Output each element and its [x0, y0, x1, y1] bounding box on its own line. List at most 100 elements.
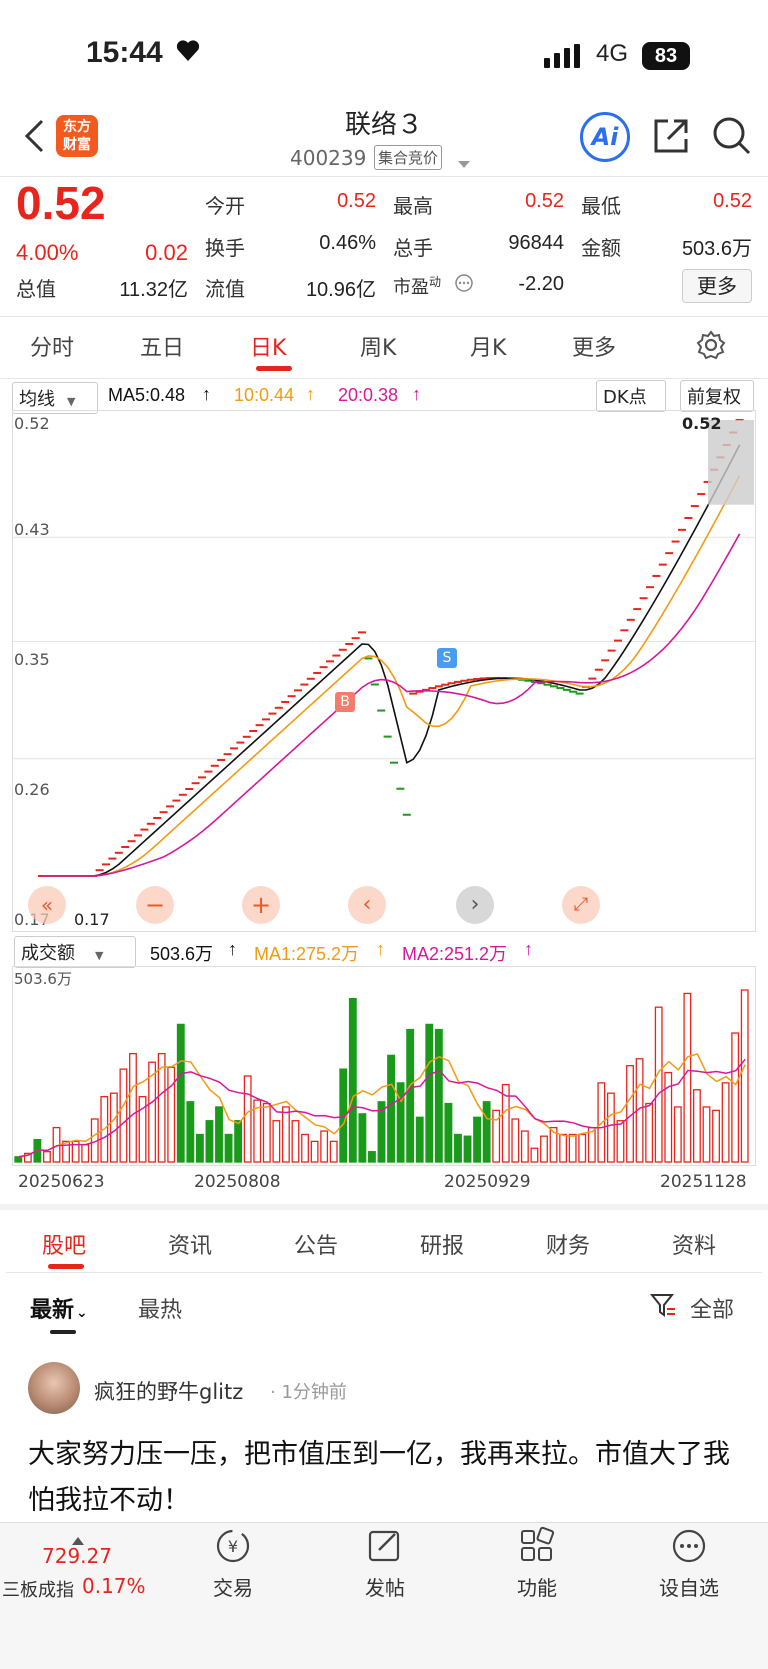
- vol-ma2-label: MA2:251.2万: [402, 944, 508, 964]
- tab-guba[interactable]: 股吧: [42, 1228, 86, 1260]
- kline-chart[interactable]: [12, 410, 756, 932]
- sort-hot[interactable]: 最热: [138, 1292, 182, 1324]
- post-nav[interactable]: 发帖: [330, 1526, 440, 1601]
- last-price: 0.52: [16, 177, 106, 229]
- tab-month-k[interactable]: 月K: [470, 330, 506, 362]
- sort-latest-label: 最新: [30, 1298, 75, 1323]
- volume-bar: [520, 1130, 529, 1163]
- volume-value: 96844: [508, 232, 564, 254]
- volume-bar: [195, 1133, 204, 1163]
- post-label: 发帖: [365, 1576, 405, 1600]
- filter-icon[interactable]: [649, 1292, 676, 1322]
- buy-marker[interactable]: B: [335, 692, 355, 712]
- info-icon[interactable]: [455, 274, 473, 296]
- x-date-0: 20250623: [18, 1172, 105, 1192]
- ma10-line: [42, 475, 741, 877]
- vol-ma1-arrow: ↑: [376, 939, 385, 959]
- volume-arrow: ↑: [228, 939, 237, 959]
- tab-profile[interactable]: 资料: [672, 1228, 716, 1260]
- sort-latest[interactable]: 最新 ⌄: [30, 1292, 88, 1324]
- volume-bar: [348, 997, 357, 1163]
- tab-announcements[interactable]: 公告: [294, 1228, 338, 1260]
- ma20-label: 20:0.38: [338, 385, 399, 405]
- volume-chart[interactable]: [12, 966, 756, 1166]
- high-label: 最高: [393, 194, 433, 218]
- volume-bar: [224, 1133, 233, 1163]
- signal-icon: [544, 44, 584, 72]
- function-nav[interactable]: 功能: [482, 1526, 592, 1601]
- volume-bar: [320, 1130, 329, 1163]
- y-tick-2: 0.35: [14, 650, 50, 669]
- volume-selector[interactable]: 成交额 ▼: [14, 936, 136, 968]
- tab-more[interactable]: 更多: [572, 330, 616, 362]
- volume-bar: [415, 1116, 424, 1163]
- zoom-out-icon[interactable]: −: [136, 886, 174, 924]
- sell-marker[interactable]: S: [437, 648, 457, 668]
- rewind-icon[interactable]: «: [28, 886, 66, 924]
- index-name: 三板成指: [2, 1580, 74, 1601]
- volume-bar: [129, 1052, 137, 1163]
- fullscreen-icon[interactable]: ⤢: [562, 886, 600, 924]
- indicator-selector-label: 均线: [19, 389, 55, 410]
- tab-five-day[interactable]: 五日: [140, 330, 184, 362]
- y-tick-0: 0.52: [14, 414, 50, 433]
- amount-value: 503.6万: [681, 238, 752, 260]
- tab-day-k[interactable]: 日K: [250, 330, 286, 362]
- low-value: 0.52: [713, 190, 752, 212]
- ma10-label: 10:0.44: [234, 385, 295, 405]
- filter-all[interactable]: 全部: [690, 1292, 734, 1324]
- apps-icon: [521, 1526, 555, 1561]
- search-icon[interactable]: [712, 116, 752, 160]
- volume-bar: [740, 989, 749, 1163]
- volume-bar: [463, 1135, 472, 1163]
- stock-name: 联络３: [344, 110, 423, 140]
- volume-bar: [234, 1120, 243, 1163]
- tab-research[interactable]: 研报: [420, 1228, 464, 1260]
- tab-finance[interactable]: 财务: [546, 1228, 590, 1260]
- adjust-label: 前复权: [687, 387, 741, 408]
- volume-bar: [109, 1092, 118, 1163]
- volume-bar: [482, 1101, 491, 1163]
- ai-button[interactable]: Ai: [580, 112, 630, 162]
- auction-badge: 集合竞价: [374, 145, 443, 170]
- x-date-3: 20251128: [660, 1172, 747, 1192]
- amount-label: 金额: [581, 236, 621, 260]
- trade-icon: ¥: [216, 1529, 250, 1563]
- volume-bar: [616, 1120, 625, 1163]
- post-username[interactable]: 疯狂的野牛glitz: [94, 1376, 243, 1406]
- app-logo[interactable]: 东方 财富: [56, 115, 98, 157]
- avatar[interactable]: [28, 1362, 80, 1414]
- compose-icon: [368, 1530, 400, 1562]
- dropdown-icon[interactable]: [458, 154, 470, 173]
- dk-point-button[interactable]: DK点: [596, 380, 666, 412]
- x-date-1: 20250808: [194, 1172, 281, 1192]
- low-label: 最低: [581, 194, 621, 218]
- volume-bar: [243, 1075, 252, 1163]
- post-body[interactable]: 大家努力压一压，把市值压到一亿，我再来拉。市值大了我怕我拉不动！: [28, 1432, 748, 1524]
- back-icon[interactable]: [22, 118, 46, 158]
- index-pct: 0.17%: [82, 1574, 146, 1598]
- watchlist-nav[interactable]: 设自选: [634, 1526, 744, 1601]
- settings-icon[interactable]: [696, 330, 726, 364]
- tab-intraday[interactable]: 分时: [30, 330, 74, 362]
- prev-icon[interactable]: ‹: [348, 886, 386, 924]
- more-button[interactable]: 更多: [682, 269, 752, 303]
- vol-ma2-arrow: ↑: [524, 939, 533, 959]
- tab-week-k[interactable]: 周K: [360, 330, 396, 362]
- volume-bar: [578, 1133, 587, 1163]
- float-cap-label: 流值: [205, 277, 245, 301]
- volume-bar: [530, 1147, 539, 1163]
- volume-bar: [559, 1133, 568, 1163]
- svg-text:¥: ¥: [228, 1537, 238, 1556]
- next-icon[interactable]: ›: [456, 886, 494, 924]
- zoom-in-icon[interactable]: +: [242, 886, 280, 924]
- tab-news[interactable]: 资讯: [168, 1228, 212, 1260]
- trade-nav[interactable]: ¥ 交易: [178, 1526, 288, 1601]
- share-icon[interactable]: [652, 117, 690, 159]
- index-value[interactable]: 729.27: [42, 1544, 112, 1568]
- adjust-button[interactable]: 前复权: [680, 380, 754, 412]
- volume-bar: [540, 1135, 548, 1163]
- ma5-arrow: ↑: [202, 384, 211, 404]
- volume-bar: [606, 1092, 615, 1163]
- vol-ma1-label: MA1:275.2万: [254, 944, 360, 964]
